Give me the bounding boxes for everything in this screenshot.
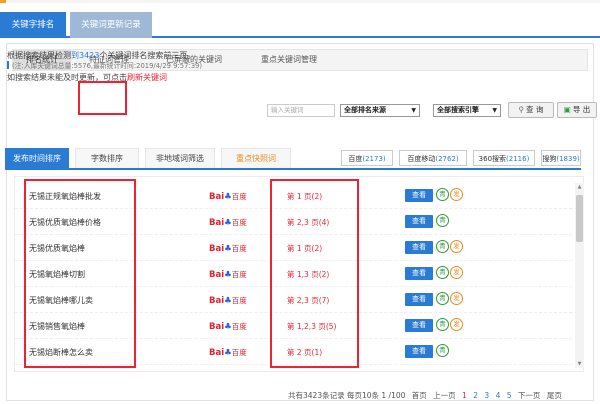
engine-tab-sogou[interactable]: 搜狗(1839) (541, 150, 581, 166)
search-button[interactable]: ⚲ 查 询 (508, 102, 554, 118)
pager-page-1[interactable]: 1 (462, 391, 467, 400)
view-button[interactable]: 查看 (405, 293, 433, 306)
highlight-box-ranks (270, 179, 359, 368)
highlight-box-count (78, 81, 127, 115)
baidu-logo-icon: Bai♣百度 (209, 192, 247, 202)
scroll-up-icon[interactable]: ▲ (575, 183, 584, 191)
publish-status-icon[interactable]: 发 (450, 292, 463, 305)
top-strip (0, 0, 600, 3)
view-button[interactable]: 查看 (405, 345, 433, 358)
view-button[interactable]: 查看 (405, 241, 433, 254)
engine-tab-baidu[interactable]: 百度(2173) (341, 150, 393, 166)
pagination: 共有3423条记录 每页10条 1 /100 首页 上一页 1 2 3 4 5 … (288, 390, 566, 401)
info-line1-suffix: 个关键词排名搜索前三页。 (99, 51, 196, 60)
green-status-icon[interactable]: 青 (436, 240, 449, 253)
pager-prev[interactable]: 上一页 (433, 391, 456, 400)
info-line1-prefix: 根据搜索结果检测 (7, 51, 71, 60)
engine-count: (2116) (506, 155, 530, 163)
search-icon: ⚲ (518, 105, 525, 114)
tab-key-snapshot-words[interactable]: 重点快照词 (221, 148, 291, 168)
tab-non-region-filter[interactable]: 非地域词筛选 (145, 148, 215, 168)
pager-page-5[interactable]: 5 (507, 391, 512, 400)
view-button[interactable]: 查看 (405, 189, 433, 202)
note-bar (7, 61, 9, 69)
rank-source-select[interactable]: 全部排名来源 ▼ (340, 104, 420, 117)
green-status-icon[interactable]: 青 (436, 214, 449, 227)
engine-count: (1839) (556, 155, 580, 163)
view-button[interactable]: 查看 (405, 267, 433, 280)
view-button[interactable]: 查看 (405, 215, 433, 228)
chevron-down-icon: ▼ (492, 107, 497, 114)
keyword-count-link[interactable]: 到3423 (71, 51, 99, 60)
engine-count: (2762) (435, 155, 459, 163)
tab-keyword-ranking[interactable]: 关键字排名 (0, 12, 66, 38)
baidu-logo-icon: Bai♣百度 (209, 296, 247, 306)
info-line-3: 如搜索结果未能及时更新，可点击刷新关键词 (7, 72, 269, 83)
engine-count: (2173) (362, 155, 386, 163)
pager-next[interactable]: 下一页 (518, 391, 541, 400)
filter-tabs: 发布时间排序 字数排序 非地域词筛选 重点快照词 百度(2173) 百度移动(2… (5, 148, 581, 170)
keyword-search-input[interactable]: 输入关键词 (267, 104, 335, 117)
scroll-thumb[interactable] (576, 195, 583, 242)
baidu-logo-icon: Bai♣百度 (209, 322, 247, 332)
tab-sort-by-length[interactable]: 字数排序 (75, 148, 139, 168)
pager-first[interactable]: 首页 (412, 391, 427, 400)
export-button[interactable]: ▣ 导 出 (557, 102, 597, 118)
pager-last[interactable]: 尾页 (547, 391, 562, 400)
baidu-logo-icon: Bai♣百度 (209, 348, 247, 358)
publish-status-icon[interactable]: 发 (450, 266, 463, 279)
view-button[interactable]: 查看 (405, 319, 433, 332)
search-engine-select[interactable]: 全部搜索引擎 ▼ (433, 104, 501, 117)
top-strip-mark (0, 0, 6, 3)
rank-source-value: 全部排名来源 (344, 106, 386, 114)
baidu-logo-icon: Bai♣百度 (209, 244, 247, 254)
search-engine-value: 全部搜索引擎 (437, 106, 479, 114)
baidu-logo-icon: Bai♣百度 (209, 218, 247, 228)
top-tabs: 关键字排名 关键词更新记录 (0, 12, 600, 38)
search-button-label: 查 询 (526, 105, 544, 114)
engine-name: 百度 (348, 155, 363, 163)
engine-tab-360[interactable]: 360搜索(2116) (473, 150, 535, 166)
engine-name: 360搜索 (478, 155, 507, 163)
baidu-logo-icon: Bai♣百度 (209, 270, 247, 280)
highlight-box-keywords (24, 179, 136, 368)
export-icon: ▣ (563, 105, 571, 114)
info-note: (注:入库关键词总量:5576,最新统计时间:2019/4/29 9:57:39… (7, 61, 269, 72)
info-line-1: 根据搜索结果检测到3423个关键词排名搜索前三页。 (7, 50, 269, 61)
publish-status-icon[interactable]: 发 (450, 240, 463, 253)
pager-page-3[interactable]: 3 (484, 391, 489, 400)
green-status-icon[interactable]: 青 (436, 292, 449, 305)
info-block: 根据搜索结果检测到3423个关键词排名搜索前三页。 (注:入库关键词总量:557… (7, 50, 269, 83)
info-note-text: (注:入库关键词总量:5576,最新统计时间:2019/4/29 9:57:39… (12, 62, 203, 70)
pager-page-2[interactable]: 2 (473, 391, 478, 400)
green-status-icon[interactable]: 青 (436, 318, 449, 331)
refresh-keywords-link[interactable]: 刷新关键词 (127, 73, 167, 82)
engine-name: 百度移动 (407, 155, 436, 163)
export-button-label: 导 出 (572, 105, 591, 114)
tab-keyword-update-log[interactable]: 关键词更新记录 (70, 12, 152, 38)
publish-status-icon[interactable]: 发 (450, 188, 463, 201)
table-scrollbar[interactable]: ▲ ▼ (575, 183, 584, 368)
scroll-down-icon[interactable]: ▼ (575, 360, 584, 368)
publish-status-icon[interactable]: 发 (450, 318, 463, 331)
engine-name: 搜狗 (542, 155, 557, 163)
pager-page-4[interactable]: 4 (496, 391, 501, 400)
tab-sort-by-publish-time[interactable]: 发布时间排序 (5, 148, 69, 168)
engine-tab-baidu-mobile[interactable]: 百度移动(2762) (399, 150, 467, 166)
green-status-icon[interactable]: 青 (436, 188, 449, 201)
pager-summary: 共有3423条记录 每页10条 1 /100 (288, 391, 406, 400)
green-status-icon[interactable]: 青 (436, 266, 449, 279)
chevron-down-icon: ▼ (411, 107, 416, 114)
green-status-icon[interactable]: 青 (436, 344, 449, 357)
